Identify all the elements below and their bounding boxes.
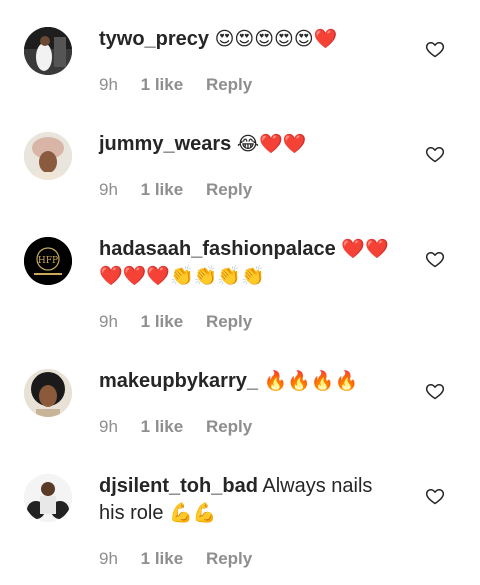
comment-time: 9h (99, 549, 118, 568)
like-heart-icon[interactable] (425, 144, 445, 164)
like-heart-icon[interactable] (425, 486, 445, 506)
like-heart-icon[interactable] (425, 39, 445, 59)
comment-username[interactable]: makeupbykarry_ (99, 370, 258, 392)
comment-text: 😂❤️❤️ (236, 133, 307, 155)
comment-username[interactable]: jummy_wears (99, 133, 231, 155)
avatar[interactable] (24, 474, 72, 522)
avatar-logo-text: HFP (38, 256, 58, 266)
comment-username[interactable]: hadasaah_fashionpalace (99, 238, 336, 260)
reply-button[interactable]: Reply (206, 417, 252, 436)
comment-text: 🔥🔥🔥🔥 (263, 370, 359, 392)
reply-button[interactable]: Reply (206, 549, 252, 568)
comment-likes[interactable]: 1 like (141, 417, 184, 436)
comment-text: 😍😍😍😍😍❤️ (214, 28, 338, 50)
comment-text: Always nails (262, 475, 373, 497)
like-heart-icon[interactable] (425, 381, 445, 401)
comment-time: 9h (99, 417, 118, 436)
comment-time: 9h (99, 75, 118, 94)
comment-text: ❤️❤️ (341, 238, 389, 260)
comment-likes[interactable]: 1 like (141, 312, 184, 331)
comment-username[interactable]: djsilent_toh_bad (99, 475, 258, 497)
avatar[interactable] (24, 27, 72, 75)
comment-time: 9h (99, 312, 118, 331)
avatar[interactable] (24, 132, 72, 180)
avatar[interactable] (24, 369, 72, 417)
comment-likes[interactable]: 1 like (141, 180, 184, 199)
reply-button[interactable]: Reply (206, 180, 252, 199)
comment-text-line2: ❤️❤️❤️👏👏👏👏 (99, 265, 265, 287)
comment-emoji: 💪💪 (169, 502, 217, 524)
comment-username[interactable]: tywo_precy (99, 28, 209, 50)
comment-likes[interactable]: 1 like (141, 549, 184, 568)
comment-text-line2: his role (99, 502, 164, 524)
reply-button[interactable]: Reply (206, 312, 252, 331)
comment-time: 9h (99, 180, 118, 199)
comment-likes[interactable]: 1 like (141, 75, 184, 94)
reply-button[interactable]: Reply (206, 75, 252, 94)
like-heart-icon[interactable] (425, 249, 445, 269)
avatar[interactable]: HFP (24, 237, 72, 285)
